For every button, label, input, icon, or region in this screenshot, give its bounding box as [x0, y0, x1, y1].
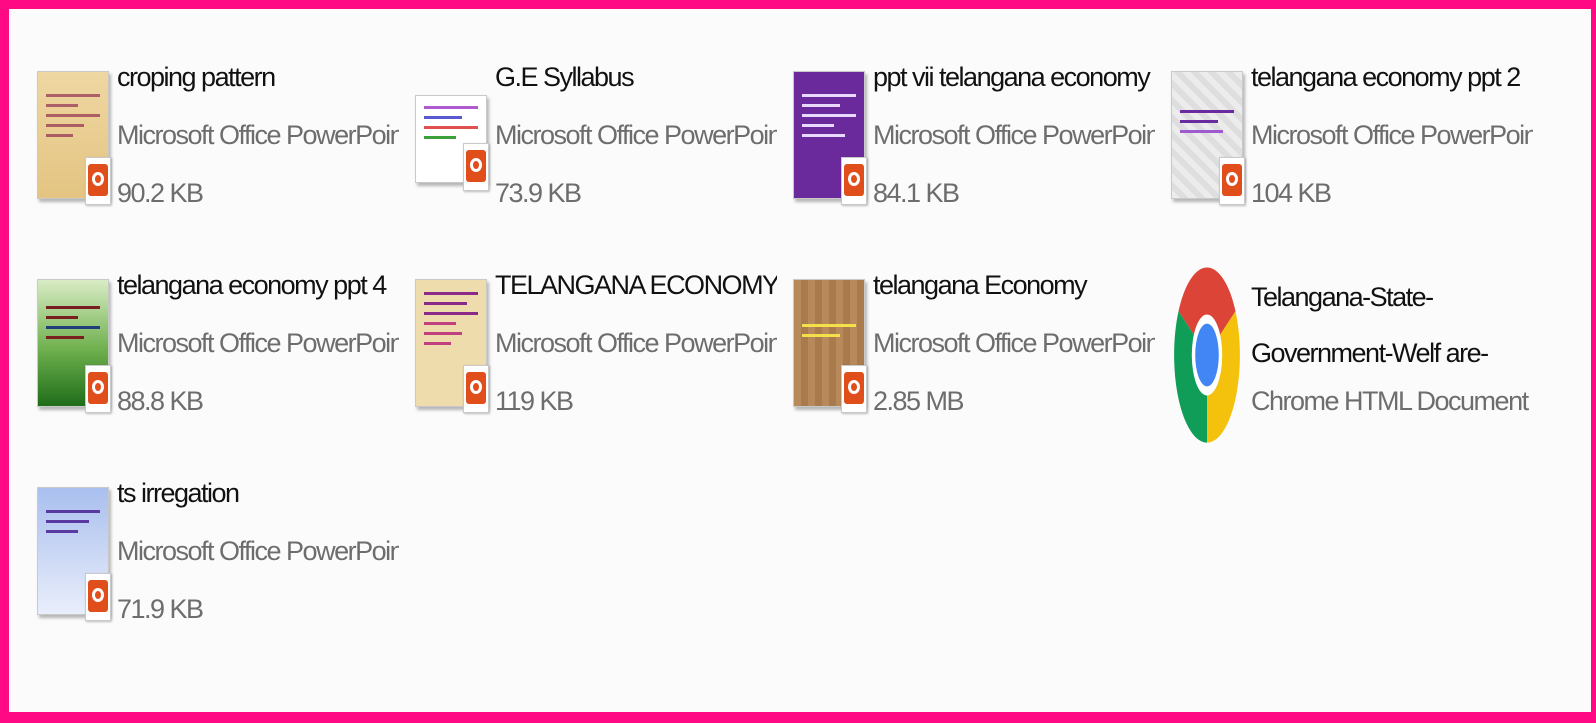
file-item[interactable]: G.E Syllabus Microsoft Office PowerPoint…	[405, 49, 777, 249]
file-item[interactable]: ts irregation Microsoft Office PowerPoin…	[27, 465, 399, 665]
file-name: telangana economy ppt 4	[117, 270, 387, 300]
file-size: 84.1 KB	[873, 178, 960, 208]
file-size: 88.8 KB	[117, 386, 204, 416]
file-size: 104 KB	[1251, 178, 1332, 208]
file-item[interactable]: telangana economy ppt 2 Microsoft Office…	[1161, 49, 1533, 249]
file-name: TELANGANA ECONOMY PPT3	[495, 270, 777, 300]
file-type: Microsoft Office PowerPoint Pres...	[117, 120, 399, 150]
file-item[interactable]: telangana Economy Microsoft Office Power…	[783, 257, 1155, 457]
powerpoint-icon	[1219, 157, 1245, 205]
file-grid: croping pattern Microsoft Office PowerPo…	[27, 49, 1539, 673]
file-size: 73.9 KB	[495, 178, 582, 208]
file-name: telangana Economy	[873, 270, 1088, 300]
file-name: telangana economy ppt 2	[1251, 62, 1521, 92]
file-item[interactable]: TELANGANA ECONOMY PPT3 Microsoft Office …	[405, 257, 777, 457]
file-size: 2.85 MB	[873, 386, 965, 416]
file-type: Chrome HTML Document	[1251, 386, 1529, 416]
file-name: Telangana-State-Government-Welf are-Sche…	[1251, 282, 1489, 368]
file-type: Microsoft Office PowerPoint Pres...	[495, 120, 777, 150]
file-item[interactable]: telangana economy ppt 4 Microsoft Office…	[27, 257, 399, 457]
file-name: G.E Syllabus	[495, 62, 635, 92]
powerpoint-icon	[841, 365, 867, 413]
file-size: 71.9 KB	[117, 594, 204, 624]
file-size: 119 KB	[495, 386, 574, 416]
file-item[interactable]: ppt vii telangana economy Microsoft Offi…	[783, 49, 1155, 249]
powerpoint-icon	[841, 157, 867, 205]
file-name: ts irregation	[117, 478, 240, 508]
file-name: ppt vii telangana economy	[873, 62, 1151, 92]
powerpoint-icon	[85, 365, 111, 413]
file-explorer-window: croping pattern Microsoft Office PowerPo…	[0, 0, 1596, 723]
powerpoint-icon	[463, 143, 489, 191]
file-type: Microsoft Office PowerPoint Pres...	[873, 120, 1155, 150]
file-item[interactable]: Telangana-State-Government-Welf are-Sche…	[1161, 257, 1533, 457]
file-name: croping pattern	[117, 62, 276, 92]
powerpoint-icon	[463, 365, 489, 413]
chrome-icon	[1174, 267, 1240, 443]
powerpoint-icon	[85, 157, 111, 205]
file-type: Microsoft Office PowerPoint Pres...	[117, 536, 399, 566]
file-type: Microsoft Office PowerPoint Pres...	[873, 328, 1155, 358]
powerpoint-icon	[85, 573, 111, 621]
file-type: Microsoft Office PowerPoint Pres...	[495, 328, 777, 358]
file-item[interactable]: croping pattern Microsoft Office PowerPo…	[27, 49, 399, 249]
file-type: Microsoft Office PowerPoint Pres...	[1251, 120, 1533, 150]
file-size: 90.2 KB	[117, 178, 204, 208]
file-type: Microsoft Office PowerPoint Pres...	[117, 328, 399, 358]
